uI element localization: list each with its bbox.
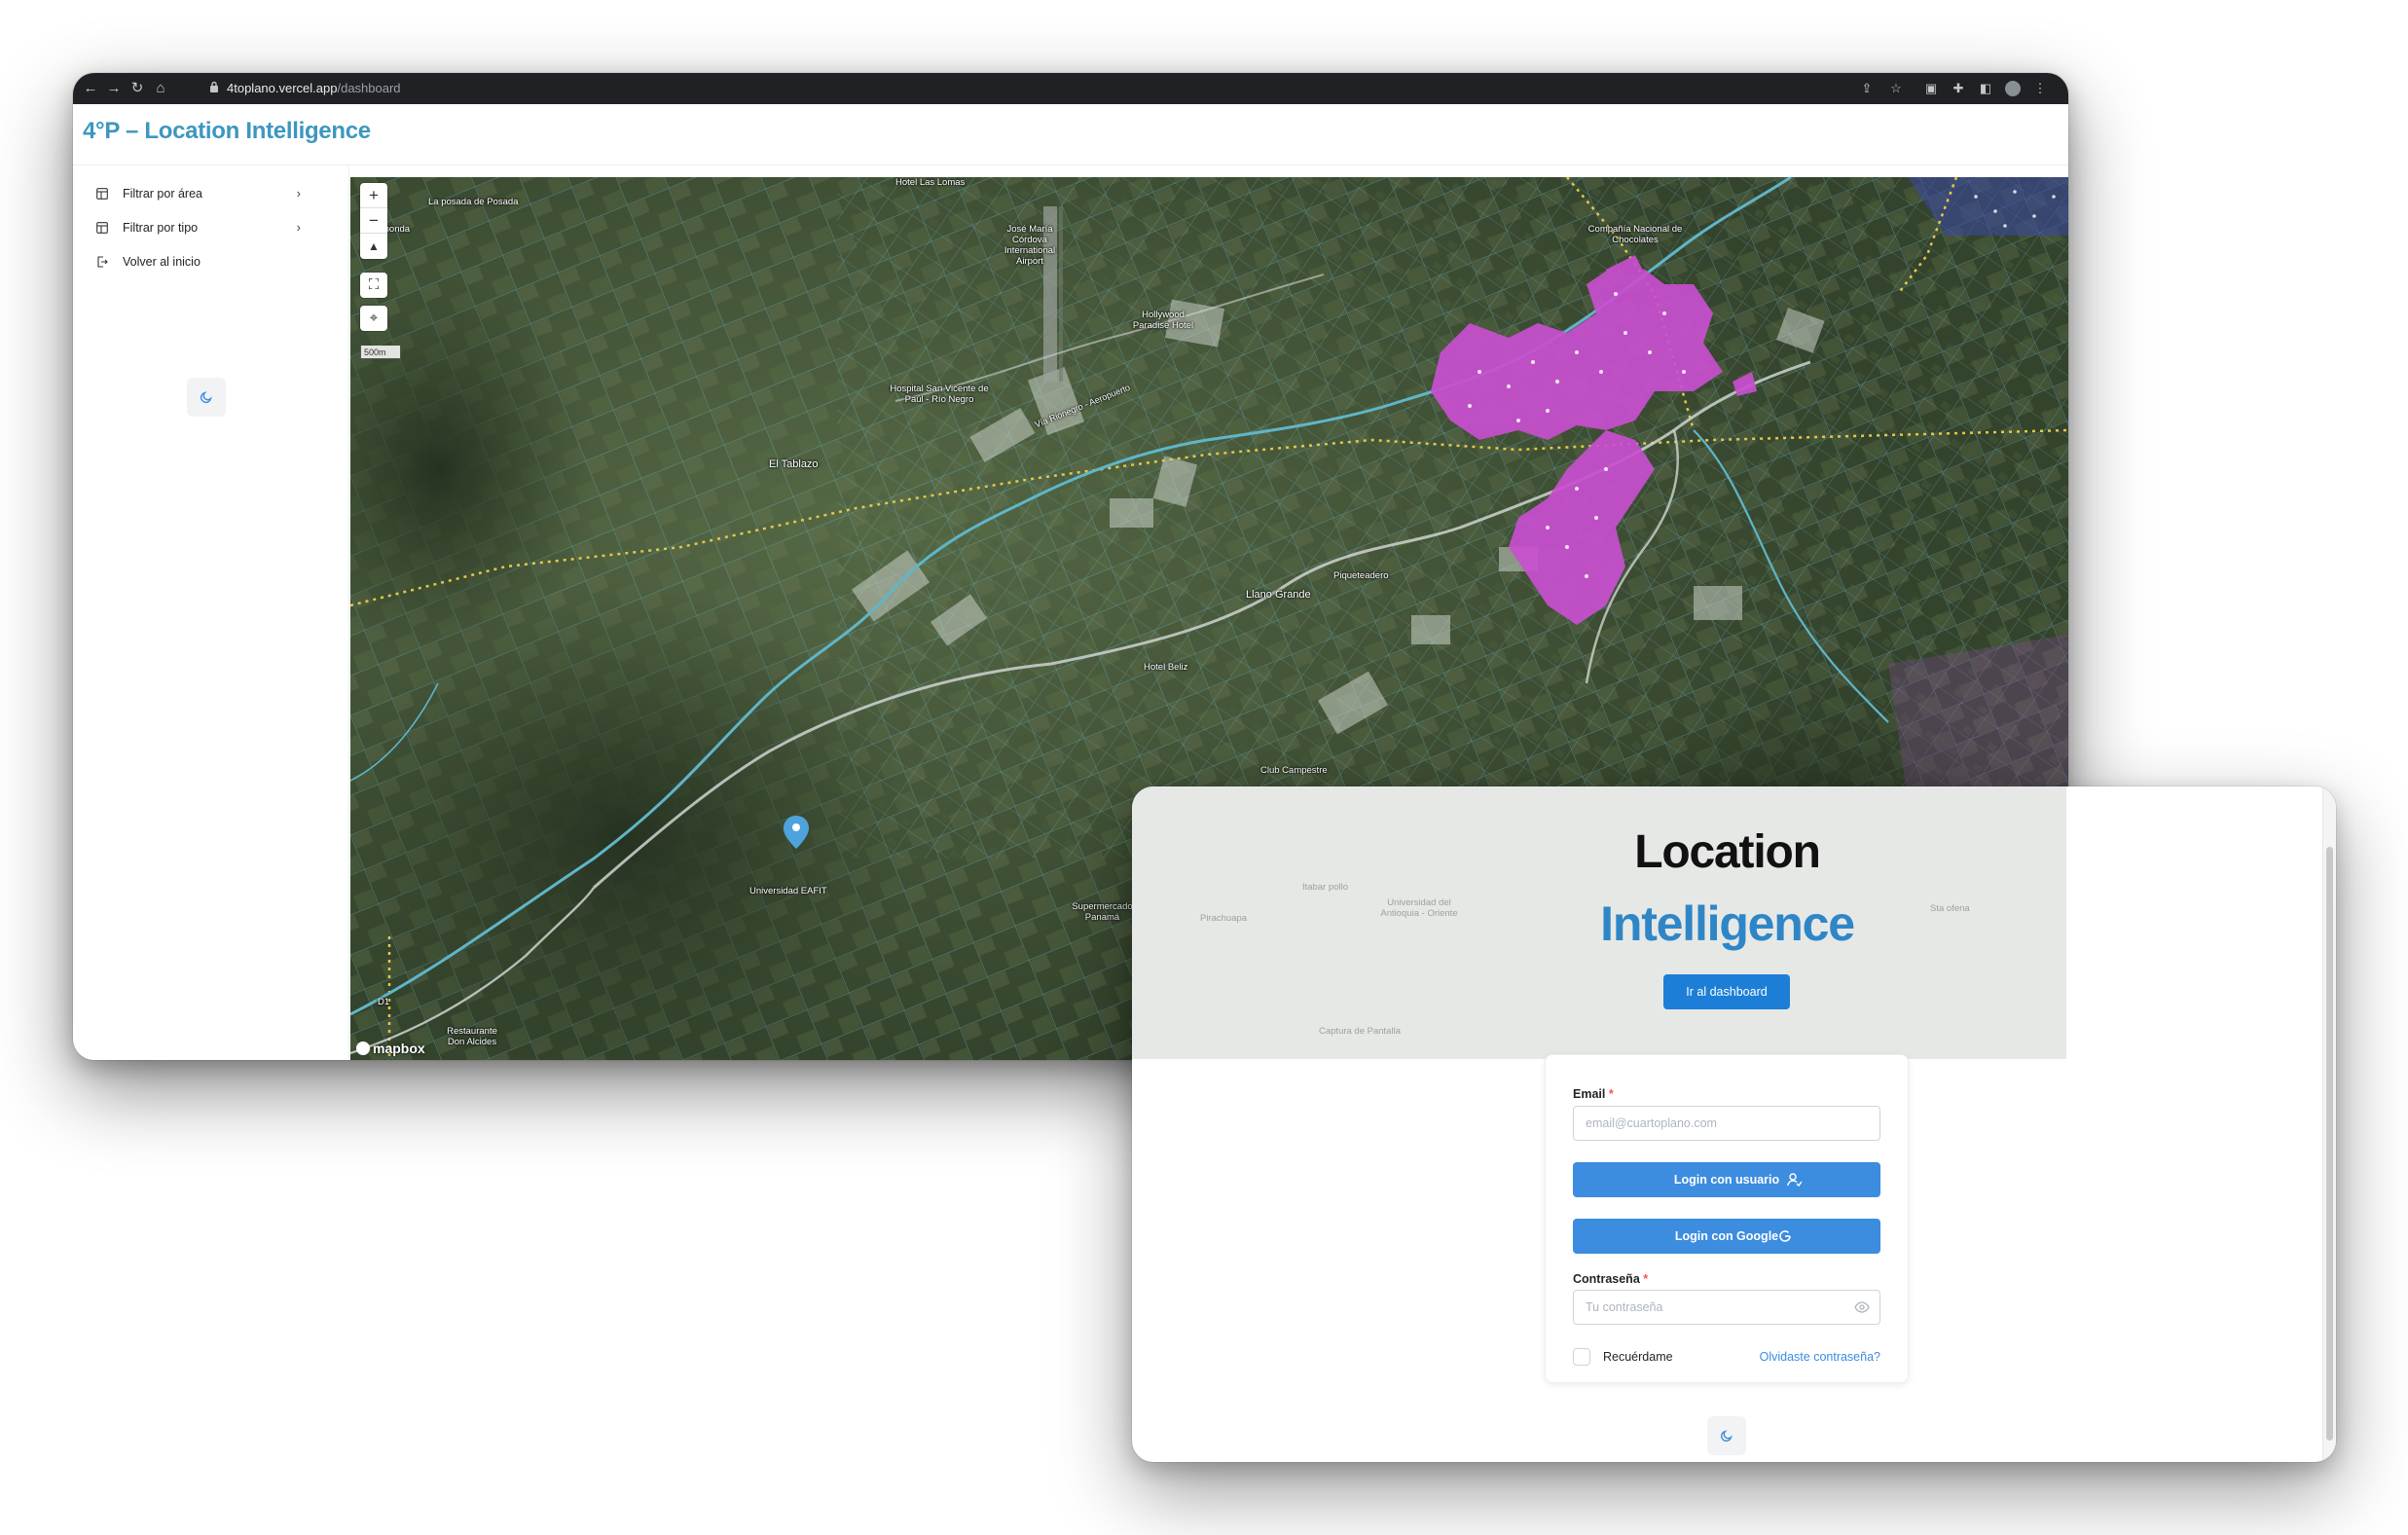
google-icon: [1779, 1230, 1791, 1242]
mapbox-logo: mapbox: [356, 1041, 425, 1056]
map-label: D1: [378, 997, 390, 1007]
map-label: José María Córdova International Airport: [1003, 224, 1056, 267]
share-icon[interactable]: ⇪: [1858, 80, 1876, 97]
compass-button[interactable]: ▲: [360, 234, 387, 259]
sidebar-item-label: Filtrar por área: [123, 187, 202, 201]
browser-toolbar: ← → ↻ ⌂ 4toplano.vercel.app/dashboard ⇪ …: [73, 73, 2068, 104]
map-label: Supermercado Panamá: [1072, 901, 1133, 923]
url-host: 4toplano.vercel.app: [227, 81, 338, 95]
bookmark-star-icon[interactable]: ☆: [1887, 80, 1905, 97]
extensions-icon[interactable]: ✚: [1950, 80, 1967, 97]
chevron-right-icon: ›: [296, 220, 301, 235]
login-google-button[interactable]: Login con Google: [1573, 1219, 1880, 1254]
lock-icon: [210, 81, 218, 92]
zoom-out-button[interactable]: −: [360, 208, 387, 234]
address-bar[interactable]: 4toplano.vercel.app/dashboard: [227, 81, 401, 95]
side-panel-icon[interactable]: ◧: [1977, 80, 1994, 97]
moon-icon: [1720, 1430, 1733, 1443]
go-dashboard-button[interactable]: Ir al dashboard: [1663, 974, 1790, 1009]
sidebar-item-label: Filtrar por tipo: [123, 221, 199, 235]
map-label: Restaurante Don Alcides: [447, 1026, 497, 1047]
fullscreen-button[interactable]: ⛶: [360, 273, 387, 298]
theme-toggle-button[interactable]: [1707, 1416, 1746, 1455]
required-mark: *: [1643, 1272, 1649, 1286]
scrollbar[interactable]: [2322, 786, 2336, 1462]
logout-icon: [97, 256, 108, 268]
mapbox-logo-text: mapbox: [373, 1041, 425, 1056]
email-field[interactable]: email@cuartoplano.com: [1573, 1106, 1880, 1141]
zoom-controls: + − ▲: [360, 183, 387, 259]
filter-layout-icon: [96, 222, 108, 234]
login-card: Email * email@cuartoplano.com Login con …: [1545, 1054, 1909, 1383]
app-header: 4°P – Location Intelligence: [73, 104, 2068, 165]
map-label: La posada de Posada: [428, 197, 519, 207]
filter-layout-icon: [96, 188, 108, 200]
app-title: 4°P – Location Intelligence: [83, 118, 371, 144]
sidebar-item-back-home[interactable]: Volver al inicio: [96, 248, 301, 275]
profile-avatar-icon[interactable]: [2004, 80, 2022, 97]
required-mark: *: [1608, 1087, 1614, 1101]
geolocate-button[interactable]: ⌖: [360, 306, 387, 331]
map-label: Piqueteadero: [1333, 570, 1389, 581]
email-label: Email *: [1573, 1087, 1614, 1101]
map-label: Hollywood Paradise Hotel: [1132, 310, 1194, 331]
zoom-in-button[interactable]: +: [360, 183, 387, 208]
password-field[interactable]: Tu contraseña: [1573, 1290, 1880, 1325]
sidebar-item-label: Volver al inicio: [123, 255, 201, 269]
password-label-text: Contraseña: [1573, 1272, 1640, 1286]
map-label: Hotel Las Lomas: [895, 177, 966, 188]
moon-icon: [200, 391, 212, 404]
map-label: Compañía Nacional de Chocolates: [1587, 224, 1683, 245]
email-label-text: Email: [1573, 1087, 1606, 1101]
home-icon[interactable]: ⌂: [151, 79, 170, 98]
fullscreen-icon: ⛶: [368, 276, 380, 293]
cast-icon[interactable]: ▣: [1922, 80, 1940, 97]
chevron-right-icon: ›: [296, 186, 301, 201]
sidebar: Filtrar por área › Filtrar por tipo › Vo…: [73, 166, 349, 1060]
map-label: Universidad EAFIT: [749, 886, 827, 896]
hero-title-intelligence: Intelligence: [1600, 896, 1855, 951]
ghost-label: Itabar pollo: [1302, 882, 1349, 893]
login-google-button-label: Login con Google: [1674, 1229, 1779, 1243]
map-label: Hotel Beliz: [1144, 662, 1188, 673]
map-label: Club Campestre: [1260, 765, 1328, 776]
remember-label: Recuérdame: [1603, 1350, 1673, 1364]
forward-icon[interactable]: →: [104, 79, 124, 98]
theme-toggle-button[interactable]: [187, 378, 226, 417]
login-user-button[interactable]: Login con usuario: [1573, 1162, 1880, 1197]
back-icon[interactable]: ←: [81, 79, 100, 98]
url-path: /dashboard: [337, 81, 401, 95]
eye-icon[interactable]: [1854, 1300, 1870, 1314]
crosshair-icon: ⌖: [369, 310, 379, 326]
hero-title-location: Location: [1634, 826, 1821, 878]
scrollbar-thumb[interactable]: [2326, 847, 2333, 1441]
map-scale: 500m: [360, 346, 401, 359]
password-placeholder: Tu contraseña: [1586, 1300, 1663, 1314]
user-check-icon: [1787, 1173, 1803, 1188]
ghost-label: Captura de Pantalla: [1319, 1026, 1401, 1037]
sidebar-item-filter-type[interactable]: Filtrar por tipo ›: [96, 214, 301, 241]
login-user-button-label: Login con usuario: [1673, 1173, 1780, 1187]
login-window: Itabar pollo Pirachuapa Universidad del …: [1132, 786, 2336, 1462]
sidebar-item-filter-area[interactable]: Filtrar por área ›: [96, 180, 301, 207]
reload-icon[interactable]: ↻: [128, 79, 147, 98]
forgot-password-link[interactable]: Olvidaste contraseña?: [1760, 1350, 1880, 1364]
map-label: Hospital San Vicente de Paúl - Río Negro: [890, 384, 989, 405]
password-label: Contraseña *: [1573, 1272, 1648, 1286]
menu-kebab-icon[interactable]: ⋮: [2031, 80, 2049, 97]
map-label: Llano Grande: [1246, 589, 1311, 601]
remember-checkbox[interactable]: [1573, 1348, 1590, 1366]
map-label: El Tablazo: [769, 458, 819, 470]
